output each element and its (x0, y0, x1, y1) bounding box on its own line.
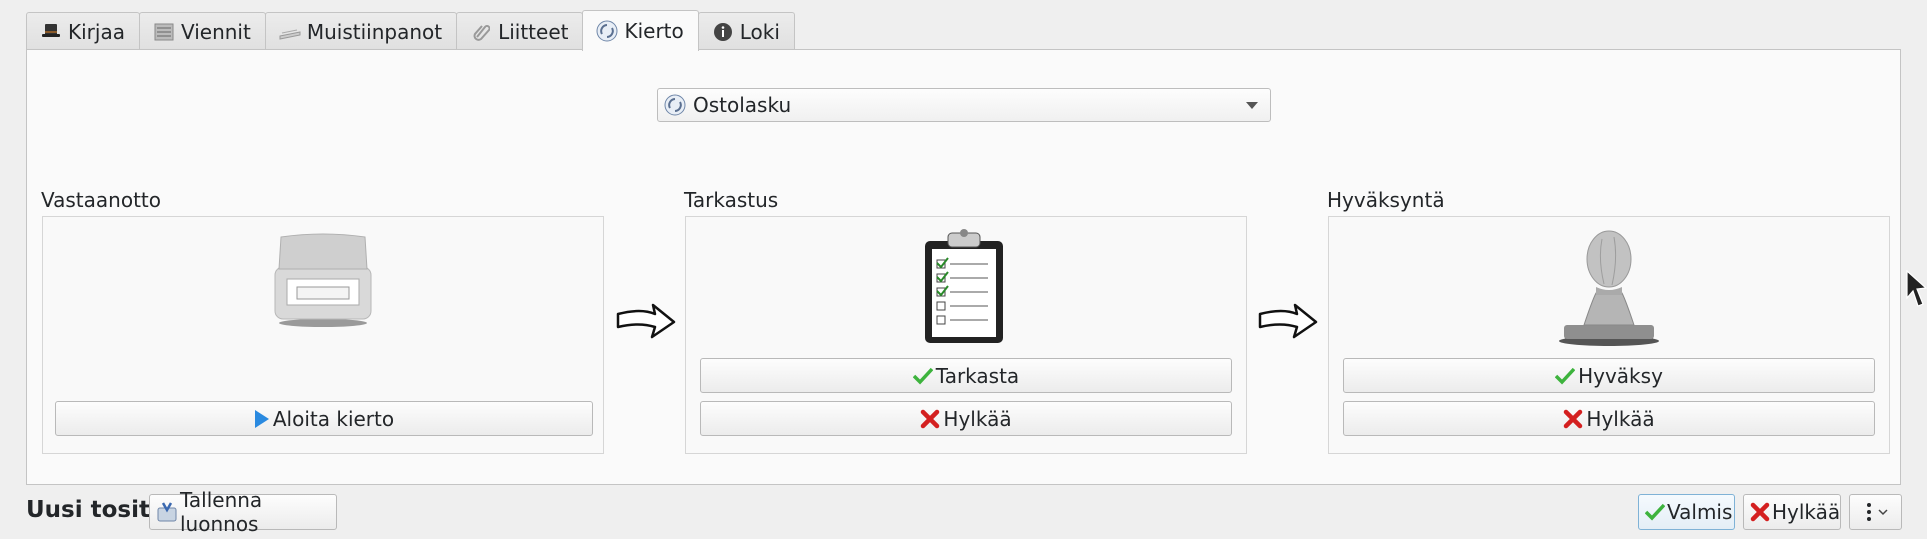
reject-approval-button[interactable]: Hylkää (1343, 401, 1875, 436)
tab-kierto[interactable]: Kierto (582, 10, 699, 51)
workflow-select[interactable]: Ostolasku (657, 88, 1271, 122)
check-icon (912, 367, 933, 385)
save-draft-icon (156, 501, 178, 523)
circulation-icon (596, 20, 618, 42)
tab-label: Kierto (624, 19, 684, 43)
done-button[interactable]: Valmis (1638, 494, 1735, 530)
tab-label: Muistiinpanot (306, 19, 443, 44)
button-label: Aloita kierto (272, 406, 395, 431)
approve-button[interactable]: Hyväksy (1343, 358, 1875, 393)
tab-liitteet[interactable]: Liitteet (456, 12, 584, 50)
save-draft-button[interactable]: Tallenna luonnos (149, 488, 337, 536)
button-label: Hylkää (1772, 500, 1841, 524)
cross-icon (1750, 502, 1770, 522)
button-label: Valmis (1667, 500, 1733, 524)
stage-title-tarkastus: Tarkastus (684, 188, 779, 212)
play-icon (254, 409, 270, 429)
tab-label: Liitteet (498, 19, 569, 44)
scanner-icon (271, 229, 375, 334)
clipboard-checklist-icon (922, 227, 1006, 350)
start-circulation-button[interactable]: Aloita kierto (55, 401, 593, 436)
inspect-button[interactable]: Tarkasta (700, 358, 1232, 393)
check-icon (1645, 503, 1665, 521)
tab-kirjaa[interactable]: Kirjaa (26, 12, 140, 50)
more-menu-button[interactable] (1849, 494, 1902, 530)
button-label: Hylkää (1586, 406, 1655, 431)
button-label: Tarkasta (935, 363, 1020, 388)
paperclip-icon (470, 21, 492, 43)
stamp-icon (1554, 229, 1664, 352)
hat-icon (40, 21, 62, 43)
flow-arrow-icon (1257, 300, 1319, 345)
notes-icon (279, 21, 301, 43)
tab-label: Kirjaa (68, 19, 125, 44)
mouse-cursor-icon (1906, 269, 1927, 317)
tab-loki[interactable]: Loki (697, 12, 795, 50)
button-label: Tallenna luonnos (180, 488, 263, 536)
workflow-select-value: Ostolasku (693, 93, 792, 117)
tab-muistiinpanot[interactable]: Muistiinpanot (264, 12, 458, 50)
reject-inspection-button[interactable]: Hylkää (700, 401, 1232, 436)
tab-viennit[interactable]: Viennit (138, 12, 266, 50)
info-icon (712, 21, 734, 43)
chevron-down-icon (1246, 102, 1258, 109)
stage-title-hyvaksynta: Hyväksyntä (1327, 188, 1445, 212)
document-title: Uusi tosite (26, 497, 166, 523)
workflow-panel: Ostolasku Vastaanotto Aloita kierto Tark… (26, 49, 1901, 485)
tab-bar: Kirjaa Viennit Muistiinpanot Liitteet Ki… (26, 10, 795, 51)
button-label: Hylkää (943, 406, 1012, 431)
stage-box-hyvaksynta: Hyväksy Hylkää (1328, 216, 1890, 454)
circulation-icon (664, 94, 686, 116)
check-icon (1555, 367, 1576, 385)
more-vertical-icon (1861, 501, 1891, 523)
cross-icon (1563, 409, 1583, 429)
stage-box-vastaanotto: Aloita kierto (42, 216, 604, 454)
flow-arrow-icon (615, 300, 677, 345)
cross-icon (920, 409, 940, 429)
tab-label: Loki (739, 19, 780, 44)
list-icon (153, 21, 175, 43)
stage-title-vastaanotto: Vastaanotto (41, 188, 161, 212)
tab-label: Viennit (180, 19, 251, 44)
button-label: Hyväksy (1578, 363, 1663, 388)
stage-box-tarkastus: Tarkasta Hylkää (685, 216, 1247, 454)
reject-document-button[interactable]: Hylkää (1743, 494, 1841, 530)
